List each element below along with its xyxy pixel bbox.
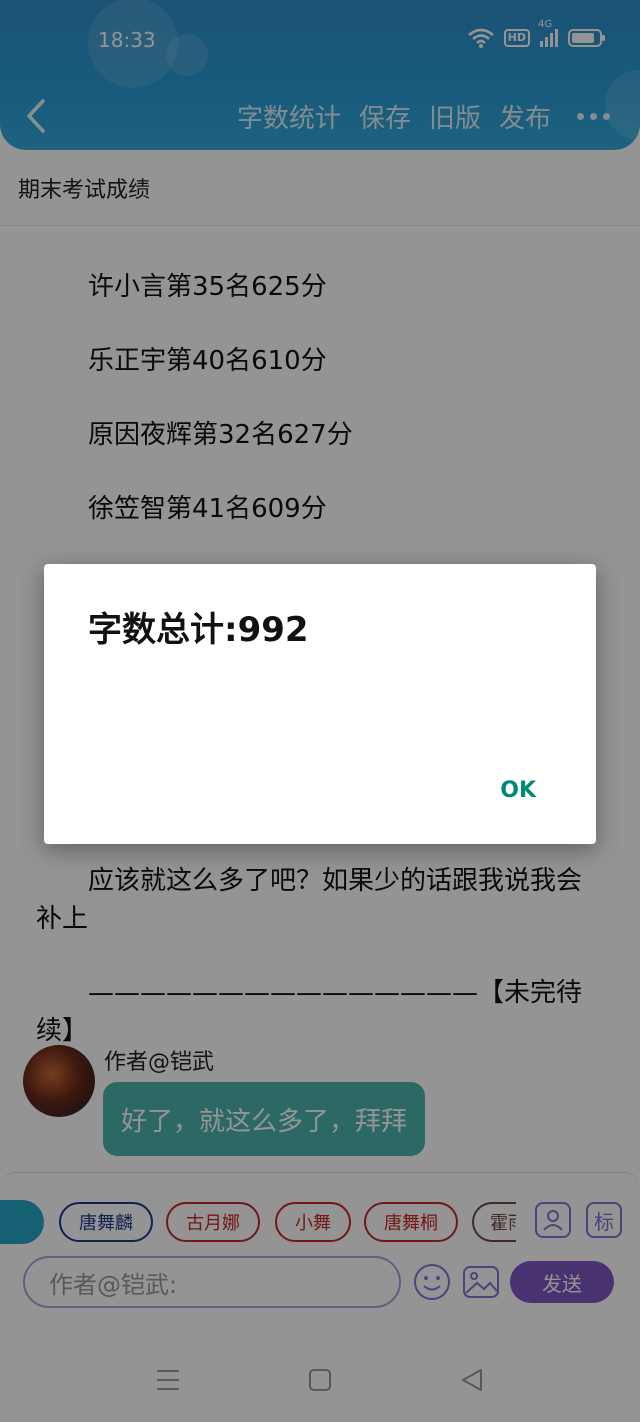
ok-button[interactable]: OK <box>500 778 536 803</box>
word-count-dialog: 字数总计:992 OK <box>44 564 596 844</box>
dialog-message: 字数总计:992 <box>88 610 309 650</box>
